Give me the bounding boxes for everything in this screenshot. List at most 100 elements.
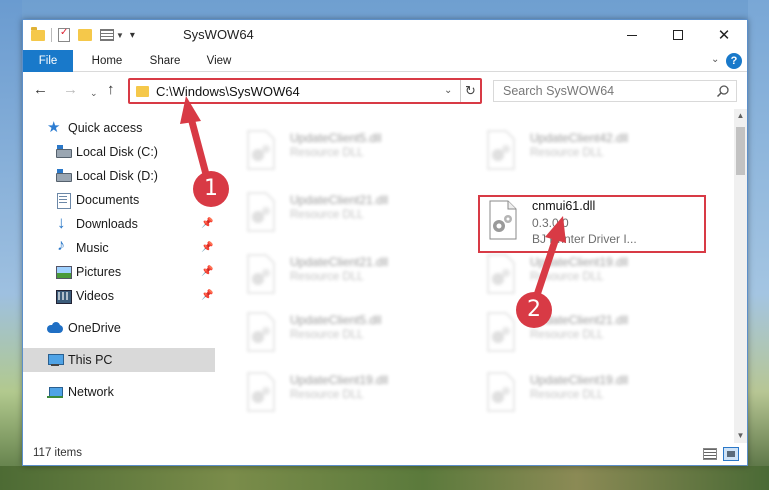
- file-tile[interactable]: UpdateClient42.dll Resource DLL: [478, 127, 708, 177]
- file-tile[interactable]: UpdateClient21.dll Resource DLL: [238, 189, 468, 239]
- sidebar-item-downloads[interactable]: Downloads 📌: [23, 212, 215, 236]
- sidebar-item-quick-access[interactable]: Quick access: [23, 116, 215, 140]
- file-list: UpdateClient5.dll Resource DLL UpdateCli…: [216, 109, 734, 443]
- disk-icon: [55, 144, 72, 160]
- file-name: UpdateClient42.dll: [530, 131, 629, 145]
- help-button[interactable]: ?: [726, 53, 742, 69]
- tab-share[interactable]: Share: [141, 50, 189, 72]
- dll-file-icon: [487, 372, 515, 412]
- file-description: Resource DLL: [530, 271, 604, 283]
- pc-icon: [47, 352, 64, 368]
- file-tile[interactable]: UpdateClient19.dll Resource DLL: [478, 369, 708, 419]
- file-tile[interactable]: UpdateClient19.dll Resource DLL: [238, 369, 468, 419]
- minimize-button[interactable]: [609, 20, 655, 50]
- close-button[interactable]: ✕: [701, 20, 747, 50]
- status-bar: 117 items: [23, 443, 747, 465]
- customize-toolbar-icon[interactable]: ▾: [130, 30, 135, 41]
- file-name: UpdateClient21.dll: [290, 255, 389, 269]
- sidebar-item-local-disk-d[interactable]: Local Disk (D:): [23, 164, 215, 188]
- step-badge-2: 2: [516, 292, 552, 328]
- step-badge-1: 1: [193, 171, 229, 207]
- sidebar-item-network[interactable]: Network: [23, 380, 215, 404]
- pin-icon[interactable]: 📌: [201, 218, 213, 229]
- file-tile[interactable]: UpdateClient19.dll Resource DLL: [478, 251, 708, 301]
- disk-icon: [55, 168, 72, 184]
- sidebar-item-local-disk-c[interactable]: Local Disk (C:): [23, 140, 215, 164]
- file-description: Resource DLL: [290, 147, 364, 159]
- recent-locations-icon[interactable]: ⌄: [90, 85, 98, 101]
- view-menu-icon[interactable]: [100, 29, 114, 41]
- dll-file-icon: [487, 130, 515, 170]
- dll-file-icon: [247, 130, 275, 170]
- pin-icon[interactable]: 📌: [201, 266, 213, 277]
- scroll-down-icon[interactable]: ▼: [734, 429, 747, 443]
- cloud-icon: [47, 320, 63, 336]
- music-icon: [55, 237, 71, 256]
- address-path[interactable]: C:\Windows\SysWOW64: [156, 84, 300, 99]
- sidebar-item-music[interactable]: Music 📌: [23, 236, 215, 260]
- sidebar-item-this-pc[interactable]: This PC: [23, 348, 215, 372]
- file-name: UpdateClient5.dll: [290, 131, 382, 145]
- tiles-view-icon[interactable]: [723, 447, 739, 461]
- file-tile[interactable]: UpdateClient21.dll Resource DLL: [238, 251, 468, 301]
- tab-view[interactable]: View: [195, 50, 243, 72]
- search-box[interactable]: [493, 80, 737, 102]
- file-description: Resource DLL: [530, 389, 604, 401]
- folder-icon: [136, 86, 149, 97]
- pin-icon[interactable]: 📌: [201, 242, 213, 253]
- dll-file-icon: [247, 372, 275, 412]
- sidebar-item-label: This PC: [68, 353, 113, 367]
- sidebar-item-onedrive[interactable]: OneDrive: [23, 316, 215, 340]
- file-name: UpdateClient19.dll: [290, 373, 389, 387]
- pin-icon[interactable]: 📌: [201, 290, 213, 301]
- file-tile[interactable]: UpdateClient21.dll Resource DLL: [478, 309, 708, 359]
- desktop-background-left: [0, 0, 22, 490]
- search-input[interactable]: [494, 81, 704, 101]
- dll-file-icon: [247, 192, 275, 232]
- highlight-box: [478, 195, 706, 253]
- file-explorer-window: ▼ ▾ SysWOW64 ✕ File Home Share View ⌄ ? …: [22, 19, 748, 466]
- sidebar-item-documents[interactable]: Documents: [23, 188, 215, 212]
- search-icon[interactable]: [716, 84, 730, 98]
- maximize-icon: [673, 30, 683, 40]
- chevron-down-icon[interactable]: ▼: [116, 31, 124, 40]
- sidebar-item-label: Local Disk (D:): [76, 169, 158, 183]
- scrollbar-thumb[interactable]: [736, 127, 745, 175]
- tab-home[interactable]: Home: [79, 50, 135, 72]
- file-description: Resource DLL: [530, 147, 604, 159]
- address-bar[interactable]: C:\Windows\SysWOW64 ⌄ ↻: [128, 78, 482, 104]
- window-title: SysWOW64: [183, 27, 254, 42]
- vertical-scrollbar[interactable]: ▲ ▼: [734, 109, 747, 443]
- sidebar-item-label: Network: [68, 385, 114, 399]
- new-folder-icon[interactable]: [78, 29, 92, 41]
- dll-file-icon: [247, 254, 275, 294]
- file-description: Resource DLL: [290, 389, 364, 401]
- back-arrow-icon[interactable]: ←: [33, 82, 48, 98]
- expand-ribbon-icon[interactable]: ⌄: [711, 54, 719, 65]
- properties-icon[interactable]: [58, 27, 70, 42]
- download-icon: [55, 213, 71, 233]
- forward-arrow-icon[interactable]: →: [63, 82, 78, 98]
- dll-file-icon: [487, 254, 515, 294]
- sidebar-item-videos[interactable]: Videos 📌: [23, 284, 215, 308]
- file-description: Resource DLL: [290, 209, 364, 221]
- details-view-icon[interactable]: [703, 448, 717, 460]
- folder-icon: [31, 26, 45, 41]
- file-name: UpdateClient5.dll: [290, 313, 382, 327]
- file-name: UpdateClient19.dll: [530, 373, 629, 387]
- sidebar-item-label: OneDrive: [68, 321, 121, 335]
- navigation-row: ← → ⌄ ↑ C:\Windows\SysWOW64 ⌄ ↻: [23, 73, 747, 109]
- scroll-up-icon[interactable]: ▲: [734, 109, 747, 123]
- dll-file-icon: [247, 312, 275, 352]
- file-tile[interactable]: UpdateClient5.dll Resource DLL: [238, 309, 468, 359]
- tab-file[interactable]: File: [23, 50, 73, 72]
- sidebar-item-label: Downloads: [76, 217, 138, 231]
- up-arrow-icon[interactable]: ↑: [107, 82, 115, 98]
- maximize-button[interactable]: [655, 20, 701, 50]
- sidebar-item-pictures[interactable]: Pictures 📌: [23, 260, 215, 284]
- item-count: 117 items: [33, 447, 83, 459]
- file-tile[interactable]: UpdateClient5.dll Resource DLL: [238, 127, 468, 177]
- refresh-icon[interactable]: ↻: [460, 80, 480, 102]
- sidebar-item-label: Local Disk (C:): [76, 145, 158, 159]
- chevron-down-icon[interactable]: ⌄: [444, 85, 452, 96]
